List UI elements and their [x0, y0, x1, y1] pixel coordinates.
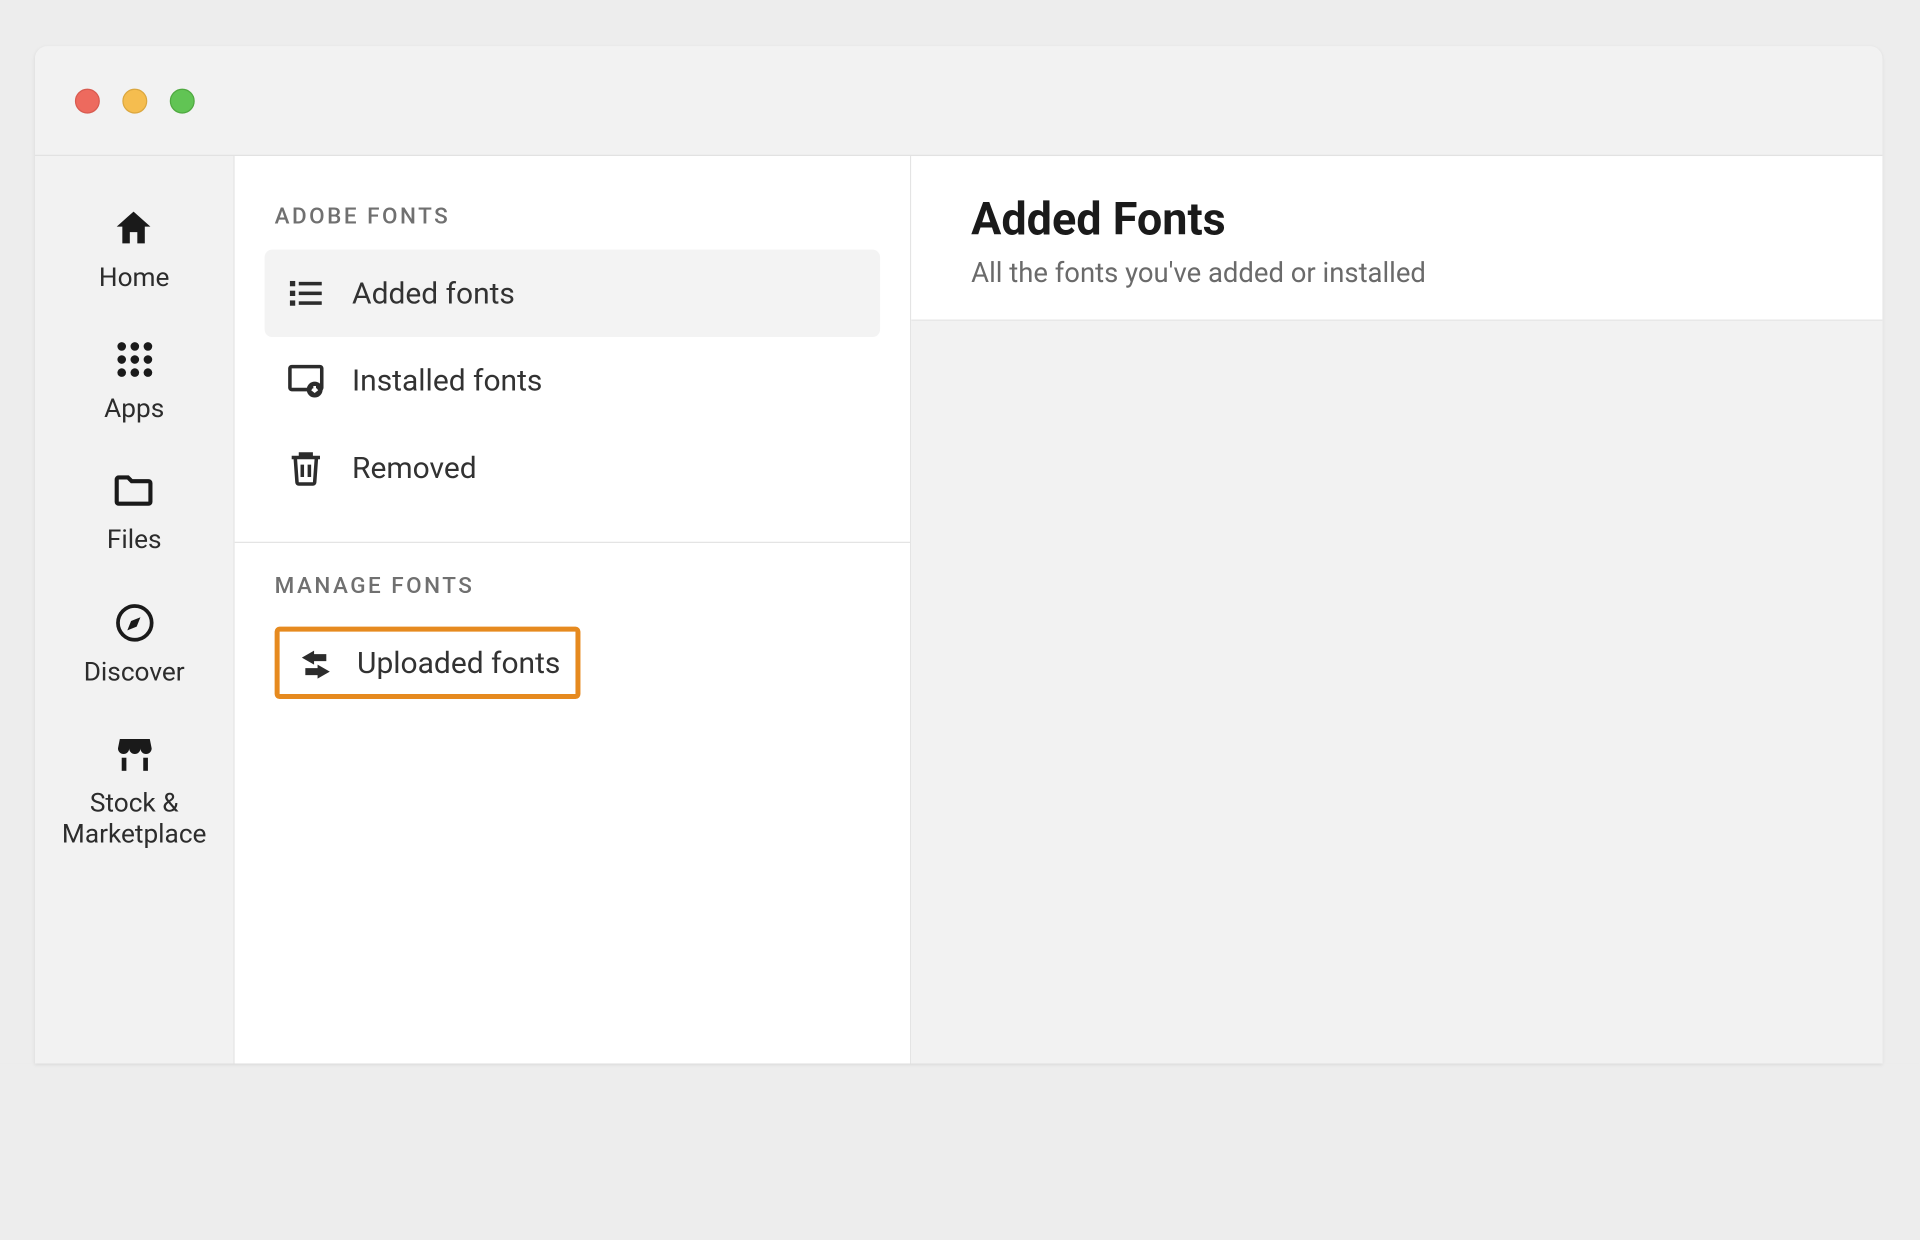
minimize-icon[interactable]	[122, 88, 147, 113]
sidebar-item-installed-fonts[interactable]: Installed fonts	[265, 337, 880, 424]
sidebar-item-label: Uploaded fonts	[357, 645, 560, 680]
content-area: Added Fonts All the fonts you've added o…	[911, 156, 1882, 1064]
page-subtitle: All the fonts you've added or installed	[971, 258, 1822, 289]
content-header: Added Fonts All the fonts you've added o…	[911, 156, 1882, 321]
nav-item-files[interactable]: Files	[107, 469, 162, 558]
folder-icon	[112, 469, 157, 514]
sidebar-item-removed[interactable]: Removed	[265, 424, 880, 511]
secondary-sidebar: ADOBE FONTS Added fonts	[235, 156, 912, 1064]
home-icon	[112, 206, 157, 251]
section-header-manage-fonts: MANAGE FONTS	[265, 573, 880, 619]
storefront-icon	[112, 731, 157, 776]
nav-item-home[interactable]: Home	[99, 206, 170, 295]
page-title: Added Fonts	[971, 193, 1822, 245]
sidebar-item-label: Added fonts	[352, 276, 515, 311]
sidebar-item-label: Installed fonts	[352, 363, 542, 398]
nav-item-discover[interactable]: Discover	[84, 600, 185, 689]
maximize-icon[interactable]	[170, 88, 195, 113]
nav-item-stock[interactable]: Stock & Marketplace	[35, 731, 233, 851]
primary-sidebar: Home Apps File	[35, 156, 235, 1064]
app-body: Home Apps File	[35, 156, 1882, 1064]
close-icon[interactable]	[75, 88, 100, 113]
compass-icon	[112, 600, 157, 645]
nav-label: Home	[99, 263, 170, 294]
titlebar	[35, 46, 1882, 156]
section-header-adobe-fonts: ADOBE FONTS	[265, 203, 880, 249]
nav-label: Apps	[104, 395, 164, 426]
sidebar-item-added-fonts[interactable]: Added fonts	[265, 250, 880, 337]
sidebar-item-uploaded-fonts[interactable]: Uploaded fonts	[275, 627, 581, 699]
sidebar-item-label: Removed	[352, 451, 477, 486]
app-window: Home Apps File	[35, 46, 1882, 1063]
traffic-lights	[75, 88, 195, 113]
nav-label: Stock & Marketplace	[35, 789, 233, 852]
monitor-download-icon	[285, 360, 327, 402]
list-icon	[285, 272, 327, 314]
nav-label: Discover	[84, 657, 185, 688]
nav-label: Files	[107, 526, 162, 557]
trash-icon	[285, 447, 327, 489]
apps-icon	[112, 337, 157, 382]
nav-item-apps[interactable]: Apps	[104, 337, 164, 426]
divider	[235, 542, 910, 543]
transfer-arrows-icon	[295, 645, 337, 680]
